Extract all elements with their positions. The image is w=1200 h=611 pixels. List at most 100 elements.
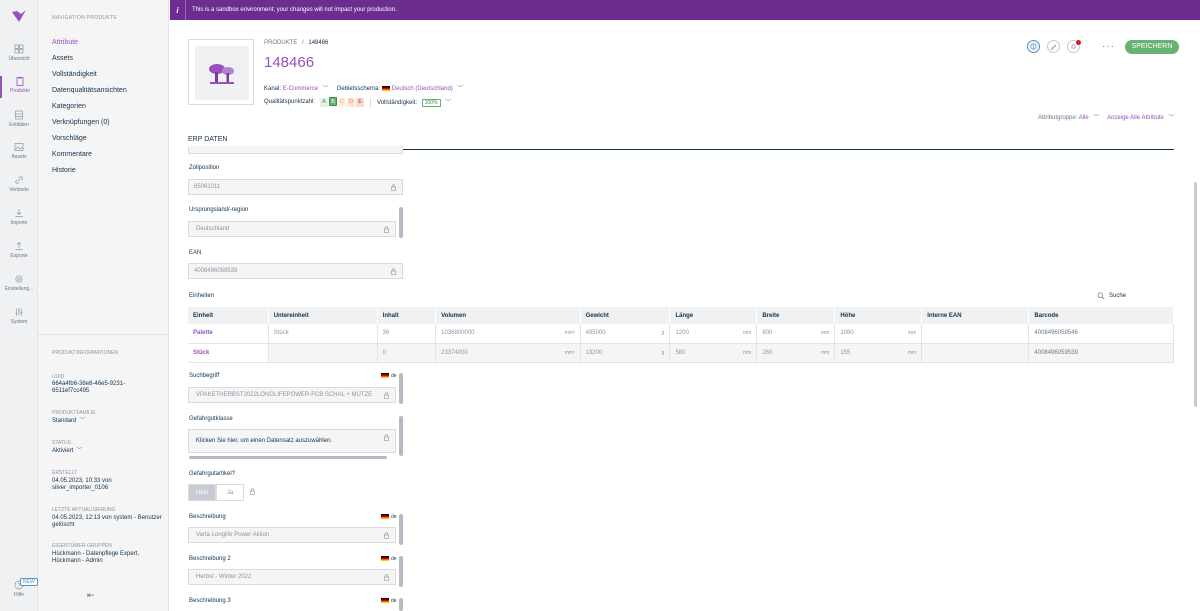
beschreibung-input[interactable]: Varta Longlife Power Aktion [188,527,396,543]
menu-item-system[interactable]: System [0,307,38,325]
cell-laenge[interactable]: 580 mm [669,343,758,363]
nav-item-attributes[interactable]: Attribute [52,39,78,46]
nav-item-completeness[interactable]: Vollständigkeit [52,71,97,78]
notification-dot [1076,40,1081,45]
navigation-title: NAVIGATION PRODUKTE [52,15,117,21]
cell-einheit[interactable]: Palette [188,324,269,344]
cell-gewicht[interactable]: 495000 g [580,324,671,344]
attribute-group-select[interactable]: Alle [1079,115,1089,121]
cell-laenge[interactable]: 1200 mm [669,324,758,344]
menu-item-imports[interactable]: Importe [0,208,38,226]
main-scrollbar[interactable] [1194,182,1197,407]
attribute-view-select[interactable]: Anzeige Alle Attribute [1107,115,1164,121]
search-icon [1097,292,1105,300]
locale-indicator: de [381,514,397,520]
cell-interne-ean[interactable] [921,324,1030,344]
menu-item-products[interactable]: Produkte [0,76,38,98]
cell-untereinheit[interactable]: Stück [268,324,378,344]
menu-item-settings[interactable]: Einstellung... [0,274,38,292]
field-scrollbar[interactable] [399,416,403,456]
col-interne-ean: Interne EAN [921,307,1030,324]
more-options-button[interactable]: ··· [1102,41,1115,52]
grade-b: B [329,97,338,106]
horizontal-scrollbar[interactable] [189,456,387,459]
field-scrollbar[interactable] [399,556,403,587]
ean-input[interactable]: 4008496059539 [188,263,403,279]
origin-select[interactable]: Deutschland [188,221,396,237]
german-flag-icon [381,598,389,604]
gefahrartikel-toggle[interactable]: Nein Ja [188,484,244,501]
cell-inhalt[interactable]: 36 [377,324,437,344]
cell-breite[interactable]: 260 mm [756,343,836,363]
completeness-dropdown[interactable]: Vollständigkeit: 100% ﹀ [377,97,451,107]
edit-button[interactable] [1047,40,1060,53]
cell-gewicht[interactable]: 13200 g [580,343,671,363]
cell-interne-ean[interactable] [921,343,1030,363]
units-search[interactable]: Suche [1097,292,1126,300]
nav-item-associations[interactable]: Verknüpfungen (0) [52,119,110,126]
field-scrollbar[interactable] [399,207,403,238]
cell-breite[interactable]: 800 mm [756,324,836,344]
stack-icon [15,110,23,120]
cell-barcode[interactable]: 4008496059546 [1028,324,1174,344]
akeneo-logo-icon[interactable] [11,8,27,26]
field-scrollbar[interactable] [399,514,403,545]
lock-icon [390,268,397,275]
menu-item-connect[interactable]: Verbinde [0,175,38,193]
beschreibung3-label: Beschreibung 3 [189,598,231,604]
table-row[interactable]: Stück 0 23374000 mm³ 13200 g 580 mm 260 mm 1… [188,343,1174,363]
toggle-yes-option[interactable]: Ja [216,484,244,501]
save-button[interactable]: SPEICHERN [1125,40,1179,54]
menu-item-overview[interactable]: Übersicht [0,44,38,62]
previous-field-input[interactable] [188,146,403,154]
gefahrgut-select[interactable]: Klicken Sie hier, um einen Datensatz aus… [188,429,396,453]
lock-icon [383,392,390,399]
product-thumbnail[interactable] [188,39,254,105]
updated-value: 04.05.2023, 12:13 von system - Benutzer … [52,515,162,528]
quality-insights-button[interactable] [1027,40,1040,53]
nav-item-assets[interactable]: Assets [52,55,73,62]
page-title: 148466 [264,54,315,71]
field-scrollbar[interactable] [399,373,403,404]
menu-item-assets[interactable]: Assets [0,142,38,160]
table-row[interactable]: Palette Stück 36 1036800000 mm³ 495000 g 1… [188,324,1174,344]
family-select[interactable]: Standard ﹀ [52,418,162,425]
toggle-no-option[interactable]: Nein [188,484,216,501]
nav-item-proposals[interactable]: Vorschläge [52,135,87,142]
notifications-button[interactable] [1067,40,1081,53]
units-table: Einheit Untereinheit Inhalt Volumen Gewi… [188,307,1174,363]
nav-item-history[interactable]: Historie [52,167,76,174]
attribute-group-filter[interactable]: Attributgruppe: Alle ﹀ Anzeige Alle Attr… [1038,112,1174,121]
cell-barcode[interactable]: 4008496059539 [1028,343,1174,363]
cell-volumen[interactable]: 1036800000 mm³ [435,324,581,344]
beschreibung2-input[interactable]: Herbst - Winter 2022 [188,569,396,585]
cell-hoehe[interactable]: 155 mm [834,343,923,363]
collapse-panel-icon[interactable]: ⇤ [87,590,95,601]
suchbegriff-input[interactable]: VPAKETHERBST2022LONGLIFEPOWER-FCB SCHAL … [188,387,396,403]
quality-score-badges[interactable]: ABCDE [319,97,365,107]
channel-select[interactable]: Kanal: E-Commerce ﹀ [264,83,329,92]
lock-icon [383,532,390,539]
cell-untereinheit[interactable] [268,343,378,363]
status-select[interactable]: Aktiviert ﹀ [52,448,162,455]
created-value: 04.05.2023, 10:33 von silver_importer_01… [52,478,112,491]
cell-einheit[interactable]: Stück [188,343,269,363]
col-hoehe: Höhe [834,307,923,324]
cell-volumen[interactable]: 23374000 mm³ [435,343,581,363]
nav-item-data-quality[interactable]: Datenqualitätsansichten [52,87,127,94]
locale-select[interactable]: Gebietsschema: Deutsch (Deutschland) ﹀ [337,83,463,92]
nav-item-categories[interactable]: Kategorien [52,103,86,110]
image-icon [14,143,24,151]
nav-item-comments[interactable]: Kommentare [52,151,92,158]
zollposition-input[interactable]: 85061011 [188,179,403,195]
breadcrumb-products-link[interactable]: PRODUKTE [264,40,297,46]
col-volumen: Volumen [435,307,581,324]
grade-a: A [320,98,329,107]
cell-hoehe[interactable]: 1080 mm [834,324,923,344]
cell-inhalt[interactable]: 0 [377,343,437,363]
menu-item-entities[interactable]: Entitäten [0,110,38,128]
units-label: Einheiten [189,293,215,299]
field-scrollbar[interactable] [399,598,403,611]
menu-item-exports[interactable]: Exporte [0,241,38,259]
table-header-row: Einheit Untereinheit Inhalt Volumen Gewi… [188,307,1174,324]
